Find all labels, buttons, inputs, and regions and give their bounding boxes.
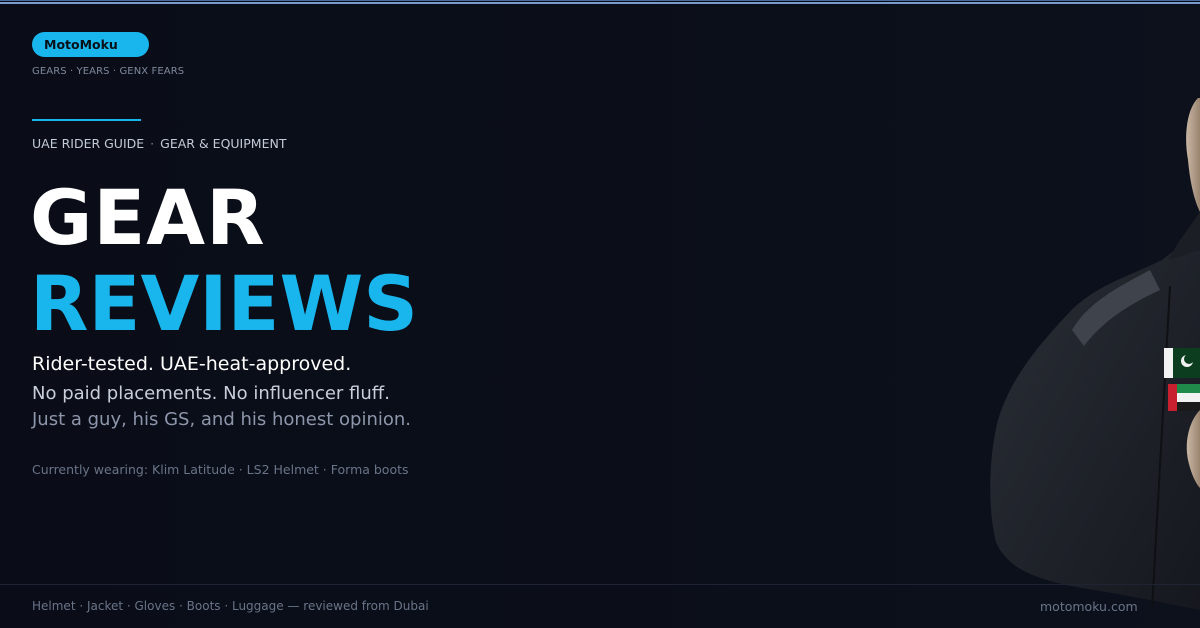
subheadline-line-3: Just a guy, his GS, and his honest opini… <box>32 409 412 430</box>
footer-divider <box>0 584 1200 585</box>
flag-uae-icon <box>1168 384 1200 411</box>
footer-site-link[interactable]: motomoku.com <box>1040 599 1138 614</box>
brand-badge[interactable]: MotoMoku <box>32 32 149 57</box>
brand-tagline: GEARS · YEARS · GENX FEARS <box>32 66 185 77</box>
flag-pakistan-icon <box>1164 348 1200 378</box>
currently-wearing: Currently wearing: Klim Latitude · LS2 H… <box>32 462 409 477</box>
footer-categories: Helmet · Jacket · Gloves · Boots · Lugga… <box>32 599 429 613</box>
accent-divider <box>32 119 141 121</box>
top-rule <box>0 0 1200 5</box>
category-separator: · <box>150 136 155 151</box>
headline-line-2: REVIEWS <box>30 259 419 348</box>
subheadline-line-1: Rider-tested. UAE-heat-approved. <box>32 353 352 375</box>
banner-canvas: MotoMoku GEARS · YEARS · GENX FEARS UAE … <box>0 0 1200 628</box>
rider-photo <box>990 98 1200 611</box>
subheadline-line-2: No paid placements. No influencer fluff. <box>32 383 390 404</box>
category-primary: UAE RIDER GUIDE <box>32 136 145 151</box>
category-secondary: GEAR & EQUIPMENT <box>160 136 287 151</box>
headline-line-1: GEAR <box>30 173 266 262</box>
category-breadcrumb: UAE RIDER GUIDE · GEAR & EQUIPMENT <box>32 136 286 151</box>
